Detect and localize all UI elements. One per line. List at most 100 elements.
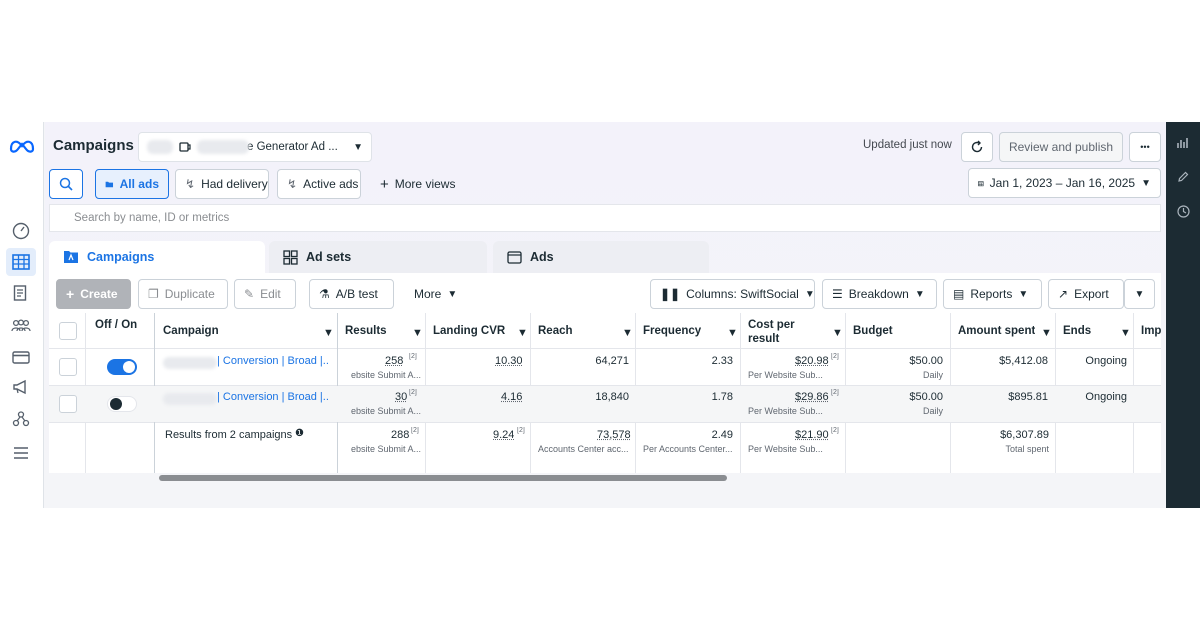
delivery-toggle[interactable] xyxy=(107,396,137,412)
pages-icon[interactable] xyxy=(10,282,32,304)
breakdown-icon: ☰ xyxy=(832,287,843,301)
all-ads-filter[interactable]: All ads xyxy=(95,169,169,199)
header-results[interactable]: Results xyxy=(345,325,387,337)
summary-amount-sub: Total spent xyxy=(1005,444,1049,454)
pencil-icon: ✎ xyxy=(244,287,255,301)
export-icon: ↗ xyxy=(1058,287,1069,301)
active-ads-filter[interactable]: ↯ Active ads xyxy=(277,169,361,199)
sort-icon[interactable]: ▼ xyxy=(517,327,528,339)
export-button[interactable]: ↗ Export xyxy=(1048,279,1124,309)
header-campaign[interactable]: Campaign xyxy=(163,325,219,337)
account-name-redacted xyxy=(197,140,249,154)
header-impressions[interactable]: Imp xyxy=(1141,325,1161,337)
edit-icon[interactable] xyxy=(1176,170,1190,184)
export-options-button[interactable]: ▼ xyxy=(1124,279,1155,309)
chevron-down-icon: ▼ xyxy=(914,288,925,300)
search-icon xyxy=(59,177,73,191)
reach-value: 18,840 xyxy=(595,391,629,403)
date-range-picker[interactable]: Jan 1, 2023 – Jan 16, 2025 ▼ xyxy=(968,168,1161,198)
header-amount-spent[interactable]: Amount spent xyxy=(958,325,1035,337)
budget-value: $50.00 xyxy=(909,355,943,367)
header-cost-per-result[interactable]: Cost per result xyxy=(748,318,818,346)
sort-icon[interactable]: ▼ xyxy=(727,327,738,339)
reports-button[interactable]: ▤ Reports ▼ xyxy=(943,279,1042,309)
tab-ads[interactable]: Ads xyxy=(493,241,709,273)
table-toolbar: + Create ❐ Duplicate ✎ Edit ⚗ A/B test M… xyxy=(49,273,1161,313)
breakdown-label: Breakdown xyxy=(848,287,909,301)
sort-icon[interactable]: ▼ xyxy=(412,327,423,339)
ab-test-button[interactable]: ⚗ A/B test xyxy=(309,279,394,309)
ends-value: Ongoing xyxy=(1085,391,1127,403)
events-icon[interactable] xyxy=(10,408,32,430)
summary-landing-note: [2] xyxy=(517,427,525,434)
more-options-button[interactable]: ••• xyxy=(1129,132,1161,162)
audiences-icon[interactable] xyxy=(10,314,32,336)
right-sidebar xyxy=(1166,122,1200,508)
header-offon[interactable]: Off / On xyxy=(95,318,145,332)
reports-icon: ▤ xyxy=(953,287,965,301)
delivery-toggle[interactable] xyxy=(107,359,137,375)
results-sub: ebsite Submit A... xyxy=(350,406,421,416)
review-publish-button[interactable]: Review and publish xyxy=(999,132,1123,162)
more-views-label: More views xyxy=(394,177,456,191)
folder-icon xyxy=(105,181,114,187)
menu-icon[interactable] xyxy=(10,442,32,464)
refresh-button[interactable] xyxy=(961,132,993,162)
search-input[interactable]: Search by name, ID or metrics xyxy=(49,204,1161,232)
sort-icon[interactable]: ▼ xyxy=(323,327,334,339)
sort-icon[interactable]: ▼ xyxy=(1120,327,1131,339)
cost-sub: Per Website Sub... xyxy=(748,370,823,380)
duplicate-button[interactable]: ❐ Duplicate xyxy=(138,279,228,309)
select-all-checkbox[interactable] xyxy=(59,322,77,340)
ends-value: Ongoing xyxy=(1085,355,1127,367)
horizontal-scrollbar[interactable] xyxy=(159,475,727,481)
info-icon[interactable]: ❶ xyxy=(295,428,304,439)
flask-icon: ⚗ xyxy=(319,287,330,301)
account-name: e Generator Ad ... xyxy=(247,141,338,153)
ads-megaphone-icon[interactable] xyxy=(10,376,32,398)
create-button[interactable]: + Create xyxy=(56,279,131,309)
tab-ads-label: Ads xyxy=(530,250,554,264)
header-frequency[interactable]: Frequency xyxy=(643,325,701,337)
summary-landing-cvr: 9.24 xyxy=(493,429,515,441)
header-reach[interactable]: Reach xyxy=(538,325,573,337)
breakdown-button[interactable]: ☰ Breakdown ▼ xyxy=(822,279,937,309)
row-divider xyxy=(49,422,1161,423)
budget-sub: Daily xyxy=(922,370,943,380)
tab-campaigns[interactable]: Campaigns xyxy=(49,241,265,273)
chevron-down-icon: ▼ xyxy=(804,288,815,300)
billing-icon[interactable] xyxy=(10,346,32,368)
more-actions-button[interactable]: More ▼ xyxy=(405,279,465,309)
more-views-button[interactable]: + More views xyxy=(371,169,461,199)
campaign-name-link[interactable]: | Conversion | Broad |... xyxy=(217,391,329,403)
dashboard-icon[interactable] xyxy=(10,220,32,242)
meta-logo[interactable] xyxy=(9,136,35,154)
edit-button[interactable]: ✎ Edit xyxy=(234,279,296,309)
had-delivery-label: Had delivery xyxy=(201,177,268,191)
frequency-value: 2.33 xyxy=(711,355,733,367)
chart-icon[interactable] xyxy=(1176,136,1190,150)
header-budget[interactable]: Budget xyxy=(853,325,893,337)
sort-icon[interactable]: ▼ xyxy=(622,327,633,339)
tab-ad-sets[interactable]: Ad sets xyxy=(269,241,487,273)
sort-icon[interactable]: ▼ xyxy=(832,327,843,339)
header-ends[interactable]: Ends xyxy=(1063,325,1091,337)
campaigns-grid-icon[interactable] xyxy=(6,248,36,276)
had-delivery-filter[interactable]: ↯ Had delivery xyxy=(175,169,269,199)
search-button[interactable] xyxy=(49,169,83,199)
chevron-down-icon: ▼ xyxy=(1134,288,1145,300)
row-checkbox[interactable] xyxy=(59,395,77,413)
refresh-icon xyxy=(971,140,983,153)
summary-cost-per-result: $21.90 xyxy=(795,429,829,441)
row-checkbox[interactable] xyxy=(59,358,77,376)
plus-icon: + xyxy=(380,175,389,193)
sort-icon[interactable]: ▼ xyxy=(1041,327,1052,339)
summary-reach-sub: Accounts Center acc... xyxy=(538,444,629,454)
clock-icon[interactable] xyxy=(1176,204,1190,218)
active-ads-label: Active ads xyxy=(303,177,359,191)
account-selector[interactable]: e Generator Ad ... ▼ xyxy=(138,132,372,162)
tab-ad-sets-label: Ad sets xyxy=(306,250,352,264)
columns-button[interactable]: ❚❚ Columns: SwiftSocial ▼ xyxy=(650,279,815,309)
header-landing-cvr[interactable]: Landing CVR xyxy=(433,325,505,337)
campaign-name-link[interactable]: | Conversion | Broad |... xyxy=(217,355,329,367)
